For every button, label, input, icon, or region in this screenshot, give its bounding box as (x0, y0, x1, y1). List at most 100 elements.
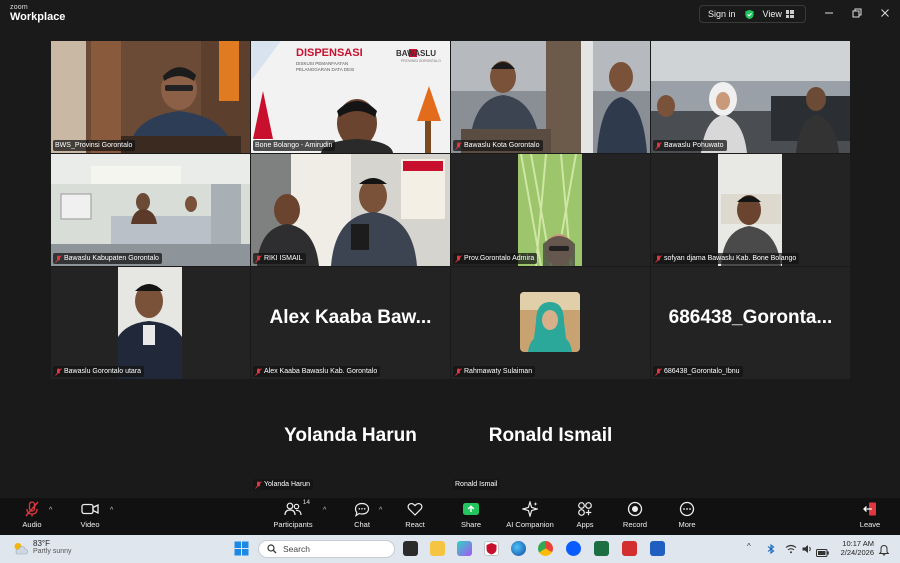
video-button[interactable]: Video (60, 501, 120, 529)
view-button[interactable]: View (763, 9, 794, 19)
participant-display-name: Ronald Ismail (488, 425, 613, 446)
participant-nameplate: Ronald Ismail (453, 479, 501, 490)
mic-muted-icon (655, 254, 662, 263)
word-icon[interactable] (650, 541, 665, 556)
participant-nameplate: Bawaslu Kabupaten Gorontalo (53, 253, 162, 264)
taskbar-clock[interactable]: 10:17 AM 2/24/2026 (834, 539, 874, 557)
titlebar-actions: Sign in View (699, 5, 806, 23)
chrome-icon[interactable] (538, 541, 553, 556)
excel-icon[interactable] (594, 541, 609, 556)
windows-taskbar: 83°F Partly sunny Search ^ 10:17 AM 2/24… (0, 535, 900, 563)
taskbar-search[interactable]: Search (258, 540, 395, 558)
participant-nameplate: Rahmawaty Sulaiman (453, 366, 536, 377)
volume-icon[interactable] (801, 542, 813, 554)
participant-name: BWS_Provinsi Gorontalo (55, 142, 133, 149)
video-tile-prov[interactable]: Prov.Gorontalo Admira (451, 154, 650, 266)
brand-bottom: Workplace (10, 11, 66, 23)
share-label: Share (460, 520, 481, 529)
tray-overflow-chevron-icon[interactable]: ^ (747, 542, 751, 551)
video-tile-pohuwato[interactable]: Bawaslu Pohuwato (651, 41, 850, 153)
video-tile-alex[interactable]: Alex Kaaba Baw... Alex Kaaba Bawaslu Kab… (251, 267, 450, 379)
video-tile-bone-bolango[interactable]: DISPENSASI DISKUSI PEMANFAATAN PELANGGAR… (251, 41, 450, 153)
audio-label: Audio (22, 520, 42, 529)
video-tile-kabupaten[interactable]: Bawaslu Kabupaten Gorontalo (51, 154, 250, 266)
audio-options-caret-icon[interactable]: ^ (49, 507, 52, 514)
participant-name: Bawaslu Kota Gorontalo (464, 142, 540, 149)
mic-muted-icon (455, 254, 462, 263)
video-tile-riki[interactable]: RIKI ISMAIL (251, 154, 450, 266)
video-tile-bws[interactable]: BWS_Provinsi Gorontalo (51, 41, 250, 153)
windows-start-icon[interactable] (234, 541, 249, 556)
weather-widget[interactable]: 83°F Partly sunny (12, 539, 72, 556)
battery-icon[interactable] (816, 544, 829, 557)
zoom-icon[interactable] (566, 541, 581, 556)
notification-bell-icon[interactable] (878, 543, 890, 556)
video-tile-kota[interactable]: Bawaslu Kota Gorontalo (451, 41, 650, 153)
mic-muted-icon (655, 141, 662, 150)
task-view-icon[interactable] (403, 541, 418, 556)
participant-name: RIKI ISMAIL (264, 255, 303, 262)
sign-in-button[interactable]: Sign in (700, 9, 744, 19)
more-icon (678, 501, 696, 517)
participant-video (51, 41, 250, 153)
participant-display-name: Yolanda Harun (284, 425, 417, 446)
restore-icon[interactable] (850, 6, 864, 20)
wifi-icon[interactable] (785, 542, 797, 554)
mic-muted-icon (255, 367, 262, 376)
slide-title: DISPENSASI (296, 47, 363, 59)
video-tile-rahmawaty[interactable]: Rahmawaty Sulaiman (451, 267, 650, 379)
participants-button[interactable]: 14 Participants (263, 499, 323, 529)
video-options-caret-icon[interactable]: ^ (110, 507, 113, 514)
title-bar: zoom Workplace Sign in View (0, 0, 900, 28)
participant-video (51, 267, 250, 379)
participants-count: 14 (302, 499, 310, 506)
mcafee-icon[interactable] (484, 541, 499, 556)
participant-video (651, 41, 850, 153)
video-tile-ibnu[interactable]: 686438_Goronta... 686438_Gorontalo_Ibnu (651, 267, 850, 379)
participant-nameplate: BWS_Provinsi Gorontalo (53, 140, 136, 151)
video-tile-sofyan[interactable]: sofyan djama Bawaslu Kab. Bone Bolango (651, 154, 850, 266)
mic-muted-icon (55, 367, 62, 376)
more-button[interactable]: More (657, 501, 717, 529)
weather-condition: Partly sunny (33, 548, 72, 556)
close-icon[interactable] (878, 6, 892, 20)
file-explorer-icon[interactable] (430, 541, 445, 556)
chat-options-caret-icon[interactable]: ^ (379, 507, 382, 514)
ai-companion-button[interactable]: AI Companion (500, 501, 560, 529)
brand-top: zoom (10, 4, 28, 11)
avatar (520, 292, 580, 352)
participant-video (451, 154, 650, 266)
participant-name: Alex Kaaba Bawaslu Kab. Gorontalo (264, 368, 378, 375)
video-label: Video (80, 520, 100, 529)
search-icon (267, 544, 277, 554)
participant-name: Prov.Gorontalo Admira (464, 255, 535, 262)
share-button[interactable]: Share (441, 501, 501, 529)
participants-options-caret-icon[interactable]: ^ (323, 507, 326, 514)
copilot-icon[interactable] (457, 541, 472, 556)
grid-icon (785, 10, 794, 18)
chat-button[interactable]: Chat (332, 501, 392, 529)
participant-nameplate: sofyan djama Bawaslu Kab. Bone Bolango (653, 253, 800, 264)
participant-name: Bone Bolango - Amirudin (255, 142, 333, 149)
edge-icon[interactable] (511, 541, 526, 556)
participant-name: Yolanda Harun (264, 481, 311, 488)
video-tile-utara[interactable]: Bawaslu Gorontalo utara (51, 267, 250, 379)
video-tile-yolanda[interactable]: Yolanda Harun Yolanda Harun (251, 380, 450, 492)
participant-video (651, 154, 850, 266)
minimize-icon[interactable] (822, 6, 836, 20)
participant-name: 686438_Gorontalo_Ibnu (664, 368, 740, 375)
acrobat-icon[interactable] (622, 541, 637, 556)
video-tile-ronald[interactable]: Ronald Ismail Ronald Ismail (451, 380, 650, 492)
participant-video (51, 154, 250, 266)
zoom-logo: zoom Workplace (10, 4, 65, 23)
audio-button[interactable]: Audio (2, 501, 62, 529)
chat-label: Chat (354, 520, 370, 529)
record-button[interactable]: Record (605, 501, 665, 529)
leave-button[interactable]: Leave (840, 501, 900, 529)
react-button[interactable]: React (385, 501, 445, 529)
participant-nameplate: RIKI ISMAIL (253, 253, 306, 264)
bluetooth-icon[interactable] (765, 542, 777, 555)
participants-label: Participants (273, 520, 313, 529)
more-label: More (678, 520, 696, 529)
mic-muted-icon (23, 501, 41, 517)
